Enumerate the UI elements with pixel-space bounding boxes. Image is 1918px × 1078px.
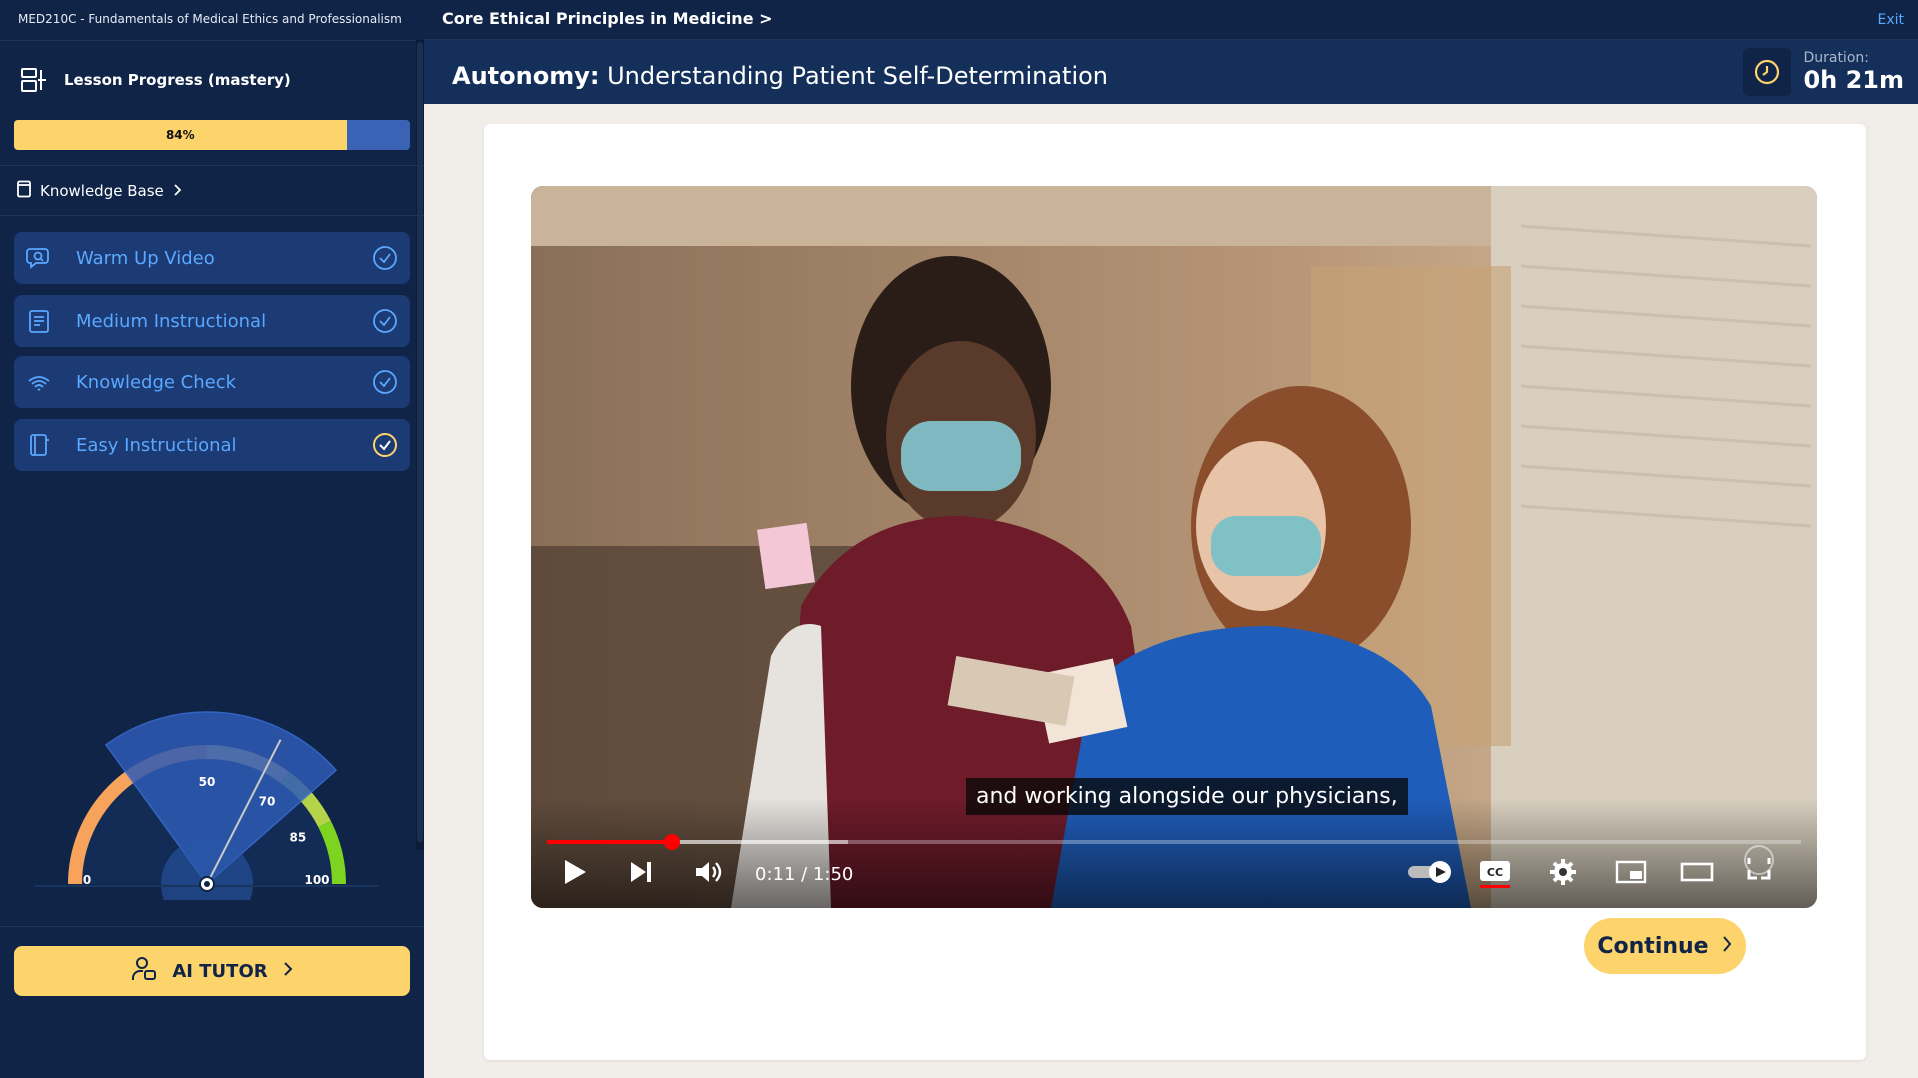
duration-label: Duration:: [1803, 50, 1869, 66]
lesson-header: Autonomy: Understanding Patient Self-Det…: [424, 40, 1918, 104]
lesson-item-warm-up-video[interactable]: Warm Up Video: [14, 232, 410, 284]
book-icon: [26, 432, 52, 458]
top-bar: Core Ethical Principles in Medicine > Ex…: [424, 0, 1918, 40]
gauge-tick-label: 70: [259, 794, 276, 808]
miniplayer-button[interactable]: [1611, 856, 1651, 892]
page-title-bold: Autonomy:: [452, 62, 600, 90]
content-area: and working alongside our physicians, 0:…: [424, 104, 1918, 1078]
exit-link[interactable]: Exit: [1877, 12, 1904, 28]
settings-button[interactable]: [1543, 856, 1583, 892]
page-title-rest: Understanding Patient Self-Determination: [607, 62, 1109, 90]
lesson-progress-fill: 84%: [14, 120, 347, 150]
clock-icon: [1743, 48, 1792, 96]
gauge-tick-label: 85: [290, 831, 307, 845]
check-circle-icon: [372, 369, 398, 395]
video-player[interactable]: and working alongside our physicians, 0:…: [531, 186, 1817, 908]
closed-captions-icon: CC: [1478, 855, 1512, 893]
mastery-gauge: 0 50 70 85 100: [35, 711, 379, 900]
miniplayer-icon: [1615, 859, 1647, 889]
check-circle-icon: [372, 308, 398, 334]
ai-tutor-button[interactable]: AI TUTOR: [14, 946, 410, 996]
book-icon: [16, 180, 32, 202]
sidebar: MED210C - Fundamentals of Medical Ethics…: [0, 0, 424, 1078]
autoplay-toggle-icon: [1406, 859, 1456, 889]
document-list-icon: [26, 308, 52, 334]
breadcrumb[interactable]: Core Ethical Principles in Medicine >: [442, 9, 773, 28]
lesson-item-medium-instructional[interactable]: Medium Instructional: [14, 295, 410, 347]
volume-button[interactable]: [689, 856, 729, 892]
page-title: Autonomy: Understanding Patient Self-Det…: [452, 62, 1108, 90]
knowledge-base-link[interactable]: Knowledge Base: [16, 180, 184, 202]
captions-button[interactable]: CC: [1475, 856, 1515, 892]
volume-icon: [694, 859, 724, 889]
lesson-item-knowledge-check[interactable]: Knowledge Check: [14, 356, 410, 408]
play-icon: [562, 858, 588, 890]
play-button[interactable]: [557, 856, 593, 892]
lesson-label: Medium Instructional: [76, 310, 267, 332]
continue-button[interactable]: Continue: [1584, 918, 1746, 974]
lesson-progress-percent: 84%: [165, 128, 195, 142]
chevron-right-icon: [172, 182, 184, 201]
fullscreen-button[interactable]: [1737, 845, 1781, 886]
course-title: MED210C - Fundamentals of Medical Ethics…: [18, 12, 402, 26]
fullscreen-icon: [1737, 844, 1781, 892]
progress-layout-icon: [20, 66, 48, 94]
duration-value: 0h 21m: [1803, 66, 1904, 94]
duration-box: Duration: 0h 21m: [1743, 48, 1904, 96]
check-circle-icon: [372, 245, 398, 271]
fingerprint-icon: [26, 369, 52, 395]
sidebar-scrollbar-thumb[interactable]: [417, 42, 423, 842]
lesson-progress-label: Lesson Progress (mastery): [64, 71, 291, 89]
sidebar-divider: [0, 926, 424, 927]
skip-next-icon: [628, 859, 654, 889]
lesson-label: Easy Instructional: [76, 434, 237, 456]
knowledge-base-label: Knowledge Base: [40, 182, 164, 200]
gear-icon: [1549, 858, 1577, 890]
check-circle-icon: [372, 432, 398, 458]
sidebar-divider: [0, 40, 424, 41]
svg-text:CC: CC: [1487, 866, 1503, 879]
gauge-tick-label: 100: [304, 873, 329, 887]
tutor-person-icon: [130, 955, 158, 987]
gauge-needle-center: [204, 881, 210, 887]
continue-label: Continue: [1597, 933, 1709, 959]
gauge-tick-label: 0: [83, 873, 91, 887]
sidebar-divider: [0, 215, 424, 216]
chat-search-icon: [26, 245, 52, 271]
lesson-item-easy-instructional[interactable]: Easy Instructional: [14, 419, 410, 471]
lesson-progress-bar: 84%: [14, 120, 410, 150]
lesson-card: and working alongside our physicians, 0:…: [484, 124, 1866, 1060]
lesson-label: Knowledge Check: [76, 371, 237, 393]
theater-mode-button[interactable]: [1677, 856, 1717, 892]
video-time: 0:11 / 1:50: [755, 864, 854, 885]
chevron-right-icon: [1721, 935, 1733, 957]
video-seek-played: [547, 840, 673, 844]
next-button[interactable]: [623, 856, 659, 892]
lesson-label: Warm Up Video: [76, 247, 215, 269]
chevron-right-icon: [282, 961, 294, 981]
theater-mode-icon: [1680, 860, 1714, 888]
autoplay-toggle[interactable]: [1405, 856, 1457, 892]
gauge-tick-label: 50: [199, 775, 216, 789]
ai-tutor-label: AI TUTOR: [172, 960, 268, 982]
lesson-progress-header: Lesson Progress (mastery): [20, 66, 291, 94]
sidebar-divider: [0, 165, 424, 166]
